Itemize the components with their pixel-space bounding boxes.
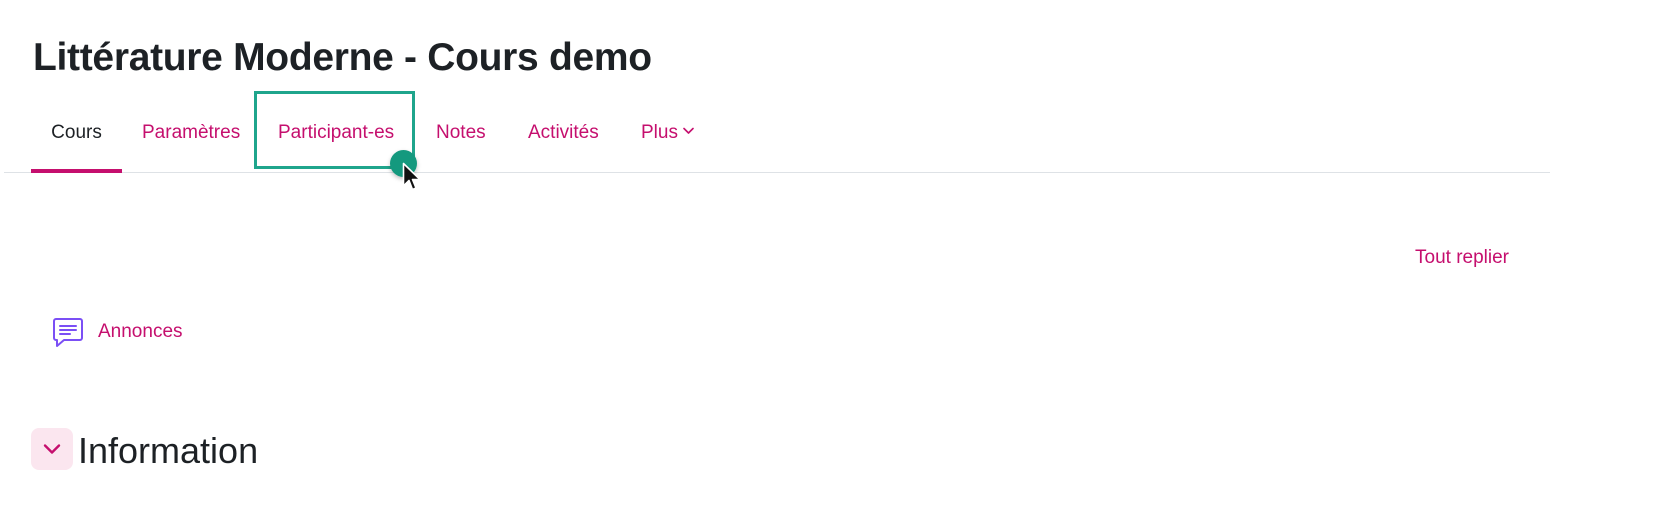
secondary-navigation: Cours Paramètres Participant-es Notes Ac… — [4, 104, 1550, 173]
page-title: Littérature Moderne - Cours demo — [33, 36, 652, 79]
mouse-cursor-icon — [402, 162, 421, 191]
activity-item-annonces: Annonces — [50, 312, 183, 352]
tab-participants[interactable]: Participant-es — [278, 104, 394, 170]
chevron-down-icon — [683, 128, 694, 135]
tab-activites[interactable]: Activités — [528, 104, 599, 170]
tab-plus-menu[interactable]: Plus — [641, 104, 694, 170]
tab-notes[interactable]: Notes — [436, 104, 486, 170]
section-title: Information — [78, 430, 259, 471]
collapse-all-link[interactable]: Tout replier — [1415, 247, 1509, 269]
tab-cours[interactable]: Cours — [31, 104, 122, 173]
activity-link-annonces[interactable]: Annonces — [98, 321, 183, 343]
forum-icon — [50, 314, 86, 350]
tab-parametres[interactable]: Paramètres — [142, 104, 240, 170]
chevron-down-icon — [43, 444, 61, 454]
section-collapse-toggle[interactable] — [31, 428, 73, 470]
tab-plus-label: Plus — [641, 122, 678, 143]
